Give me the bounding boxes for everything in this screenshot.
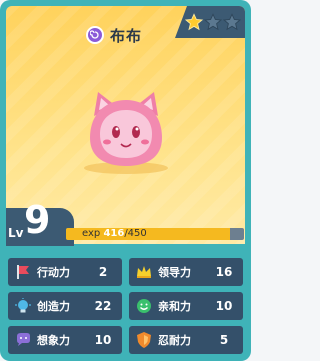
exp-label: exp bbox=[82, 228, 101, 239]
star-empty-icon bbox=[223, 13, 241, 31]
thought-icon bbox=[17, 333, 30, 346]
shield-icon bbox=[137, 332, 151, 348]
stat-imagination: 想象力 10 bbox=[8, 326, 122, 354]
stat-affinity: 亲和力 10 bbox=[129, 292, 243, 320]
level-value: 9 bbox=[24, 198, 51, 242]
exp-progress-bar: exp 416/450 bbox=[66, 228, 244, 240]
star-filled-icon bbox=[185, 13, 203, 31]
crown-icon bbox=[137, 266, 151, 278]
pet-card: 布布 Lv 9 exp 416/450 行动力 2 领导力 16 创造力 22 … bbox=[0, 0, 251, 361]
level-label: Lv bbox=[8, 226, 24, 240]
exp-max: /450 bbox=[124, 228, 147, 239]
flag-icon bbox=[17, 265, 29, 279]
lightbulb-icon bbox=[15, 298, 31, 313]
star-empty-icon bbox=[204, 13, 222, 31]
exp-text: exp 416/450 bbox=[82, 228, 147, 240]
stat-action: 行动力 2 bbox=[8, 258, 122, 286]
star-rating bbox=[175, 6, 245, 38]
smile-icon bbox=[137, 299, 151, 313]
stat-endurance: 忍耐力 5 bbox=[129, 326, 243, 354]
stat-creativity: 创造力 22 bbox=[8, 292, 122, 320]
stats-grid: 行动力 2 领导力 16 创造力 22 亲和力 10 想象力 10 忍耐力 5 bbox=[8, 258, 243, 354]
stat-leadership: 领导力 16 bbox=[129, 258, 243, 286]
exp-current: 416 bbox=[103, 228, 125, 239]
